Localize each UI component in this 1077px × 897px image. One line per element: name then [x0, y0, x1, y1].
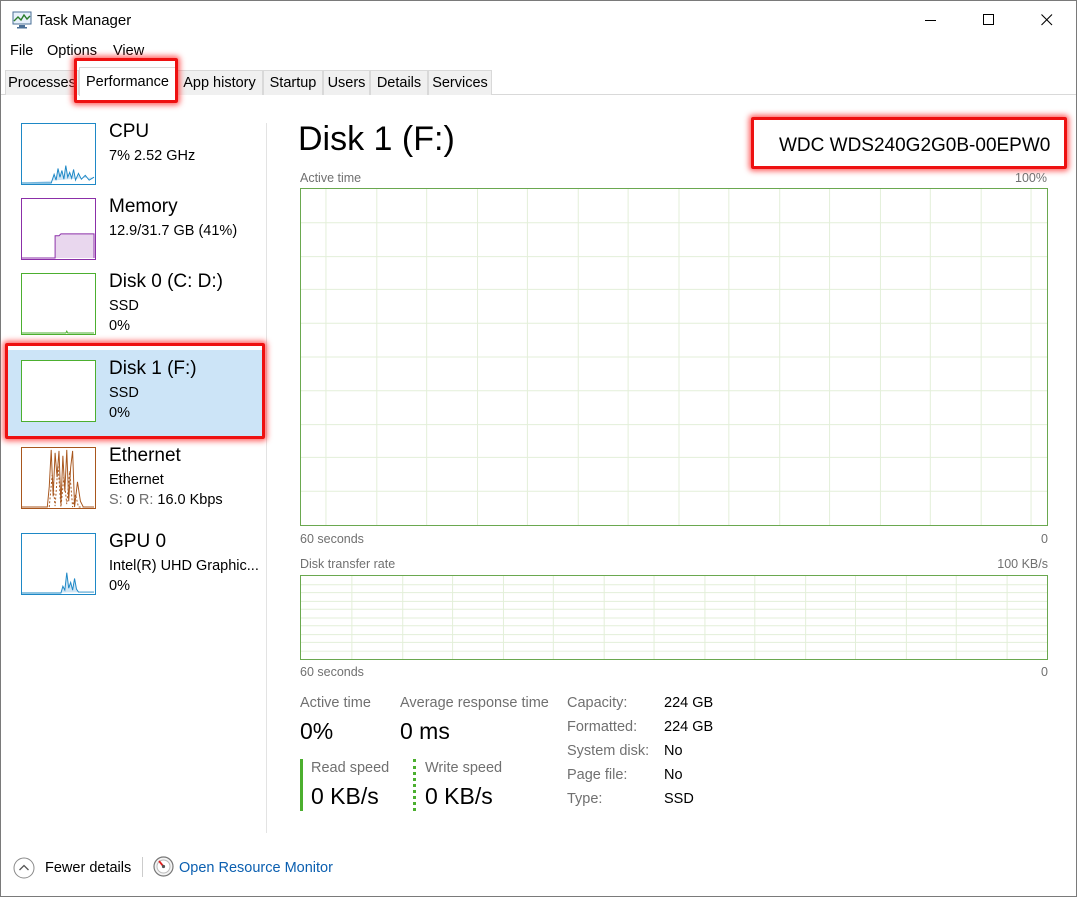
sidebar-item-cpu[interactable]: CPU 7% 2.52 GHz [7, 113, 264, 199]
active-time-graph-min: 0 [1041, 532, 1048, 546]
property-label-formatted: Formatted: [567, 719, 638, 735]
property-value-capacity: 224 GB [664, 695, 714, 711]
property-label-type: Type: [567, 791, 603, 807]
sidebar-item-title: Ethernet [109, 445, 181, 466]
receive-value: 16.0 Kbps [157, 492, 223, 508]
write-speed-indicator [413, 759, 416, 811]
read-speed-value: 0 KB/s [311, 783, 379, 809]
sidebar-item-gpu[interactable]: GPU 0 Intel(R) UHD Graphic... 0% [7, 523, 264, 609]
sidebar-item-title: Disk 0 (C: D:) [109, 271, 223, 292]
maximize-icon [983, 14, 994, 25]
active-time-graph [300, 188, 1048, 526]
close-button[interactable] [1018, 1, 1076, 39]
sidebar-item-title: GPU 0 [109, 531, 167, 552]
avg-response-stat-label: Average response time [400, 695, 549, 711]
active-time-graph-label: Active time [300, 171, 362, 185]
open-resource-monitor-link[interactable]: Open Resource Monitor [179, 860, 333, 876]
active-time-graph-duration: 60 seconds [300, 532, 364, 546]
ethernet-thumbnail-graph [21, 447, 96, 509]
fewer-details-button[interactable]: Fewer details [45, 860, 131, 876]
sidebar-item-type: SSD [109, 385, 139, 401]
receive-label: R: [138, 492, 154, 508]
tab-performance[interactable]: Performance [79, 67, 176, 96]
property-value-type: SSD [664, 791, 694, 807]
tab-services[interactable]: Services [428, 70, 492, 95]
tab-details[interactable]: Details [370, 70, 428, 95]
minimize-icon [925, 20, 936, 21]
transfer-rate-grid [301, 576, 1047, 659]
property-label-system-disk: System disk: [567, 743, 650, 759]
sidebar-item-disk-1[interactable]: Disk 1 (F:) SSD 0% [7, 350, 264, 436]
chevron-up-circle-icon[interactable] [13, 857, 35, 879]
property-value-formatted: 224 GB [664, 719, 714, 735]
menu-view[interactable]: View [113, 43, 144, 59]
send-value: 0 [126, 492, 135, 508]
transfer-rate-graph [300, 575, 1048, 660]
sidebar-item-disk-0[interactable]: Disk 0 (C: D:) SSD 0% [7, 263, 264, 349]
active-time-grid [301, 189, 1047, 525]
avg-response-stat-value: 0 ms [400, 718, 450, 744]
sidebar-item-type: SSD [109, 298, 139, 314]
minimize-button[interactable] [902, 1, 960, 39]
menu-file[interactable]: File [10, 43, 33, 59]
footer-bar: Fewer details Open Resource Monitor [1, 849, 1076, 889]
property-label-capacity: Capacity: [567, 695, 628, 711]
sidebar-divider [266, 123, 267, 833]
tab-bar: Processes Performance App history Startu… [1, 67, 1076, 96]
tab-startup[interactable]: Startup [263, 70, 323, 95]
tab-processes[interactable]: Processes [5, 70, 79, 95]
active-time-stat-value: 0% [300, 718, 334, 744]
task-manager-app-icon [12, 11, 32, 29]
maximize-button[interactable] [960, 1, 1018, 39]
sidebar-item-adapter: Ethernet [109, 472, 164, 488]
active-time-stat-label: Active time [300, 695, 371, 711]
sidebar-item-detail: 12.9/31.7 GB (41%) [109, 223, 238, 239]
transfer-rate-graph-max: 100 KB/s [997, 557, 1048, 571]
title-bar[interactable]: Task Manager [1, 1, 1076, 39]
menu-bar: File Options View [1, 41, 1076, 63]
gpu-thumbnail-graph [21, 533, 96, 595]
transfer-rate-graph-label: Disk transfer rate [300, 557, 396, 571]
sidebar-item-title: Disk 1 (F:) [109, 358, 197, 379]
property-value-page-file: No [664, 767, 683, 783]
tab-app-history[interactable]: App history [176, 70, 263, 95]
send-label: S: [109, 492, 123, 508]
disk-0-thumbnail-graph [21, 273, 96, 335]
sidebar-item-throughput: S: 0 R: 16.0 Kbps [109, 492, 223, 508]
sidebar-item-usage: 0% [109, 578, 130, 594]
window-title: Task Manager [37, 12, 132, 29]
page-title: Disk 1 (F:) [298, 120, 455, 158]
property-label-page-file: Page file: [567, 767, 628, 783]
cpu-thumbnail-graph [21, 123, 96, 185]
sidebar-item-usage: 0% [109, 318, 130, 334]
sidebar-item-ethernet[interactable]: Ethernet Ethernet S: 0 R: 16.0 Kbps [7, 437, 264, 523]
write-speed-label: Write speed [425, 760, 503, 776]
close-icon [1041, 14, 1053, 26]
sidebar-item-memory[interactable]: Memory 12.9/31.7 GB (41%) [7, 188, 264, 274]
task-manager-window: Task Manager File Options View Processes… [0, 0, 1077, 897]
transfer-rate-graph-min: 0 [1041, 665, 1048, 679]
sidebar-item-usage: 0% [109, 405, 130, 421]
sidebar-item-detail: 7% 2.52 GHz [109, 148, 196, 164]
footer-divider [142, 857, 143, 877]
sidebar-item-title: Memory [109, 196, 178, 217]
disk-1-thumbnail-graph [21, 360, 96, 422]
tab-users[interactable]: Users [323, 70, 370, 95]
property-value-system-disk: No [664, 743, 683, 759]
write-speed-value: 0 KB/s [425, 783, 493, 809]
memory-thumbnail-graph [21, 198, 96, 260]
resource-monitor-icon [153, 856, 174, 877]
read-speed-indicator [300, 759, 303, 811]
menu-options[interactable]: Options [47, 43, 97, 59]
disk-model-name: WDC WDS240G2G0B-00EPW0 [779, 135, 1051, 156]
read-speed-label: Read speed [311, 760, 390, 776]
sidebar-item-device: Intel(R) UHD Graphic... [109, 558, 259, 574]
active-time-graph-max: 100% [1015, 171, 1047, 185]
transfer-rate-graph-duration: 60 seconds [300, 665, 364, 679]
sidebar-item-title: CPU [109, 121, 150, 142]
